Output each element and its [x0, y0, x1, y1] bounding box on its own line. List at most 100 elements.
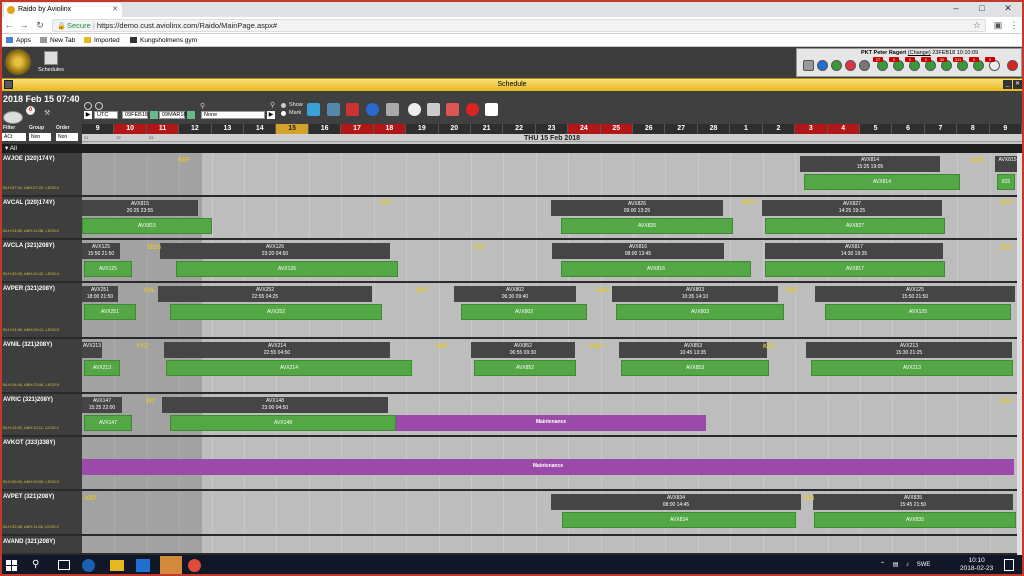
flight-bar[interactable]: AVX125 15:50 21:50 [815, 286, 1015, 302]
flight-number: AVX126 [266, 244, 284, 250]
flight-bar[interactable]: AVX827 14:25 19:25 [762, 200, 942, 216]
duty-bar[interactable]: AVX817 [765, 261, 945, 277]
aircraft-label[interactable]: AVPET (321)208Y) [3, 494, 54, 500]
flight-bar[interactable]: AVX816 08:00 13:45 [552, 243, 724, 259]
vertical-scrollbar[interactable] [1017, 153, 1023, 555]
duty-bar[interactable]: AVX252 [170, 304, 382, 320]
flight-bar[interactable]: AVX814 15:25 19:05 [800, 156, 940, 172]
station-label: TFS [803, 496, 815, 502]
flight-times: 15:30 21:25 [895, 350, 923, 356]
duty-bar[interactable]: 815 [997, 174, 1015, 190]
maintenance-bar[interactable]: Maintenance [82, 459, 1014, 475]
flight-bar[interactable]: AVX802 06:30 09:40 [454, 286, 576, 302]
flight-number: AVX125 [92, 244, 110, 250]
duty-bar[interactable]: AVX827 [765, 218, 945, 234]
duty-bar[interactable]: AVX816 [561, 261, 751, 277]
network-icon[interactable]: ▤ [893, 562, 899, 568]
chrome-icon[interactable] [188, 559, 201, 572]
station-label: YUL [143, 288, 155, 294]
duty-bar[interactable]: AVX834 [562, 512, 796, 528]
aircraft-label[interactable]: AVJOE (320)174Y) [3, 156, 55, 162]
station-label: KEF [178, 158, 190, 164]
flight-number: AVX826 [628, 201, 646, 207]
flight-bar[interactable]: AVX214 22:55 04:50 [164, 342, 390, 358]
flight-times: 15:50 21:50 [901, 294, 929, 300]
flight-bar[interactable]: AVX803 10:35 14:10 [612, 286, 778, 302]
flight-number: AVX252 [256, 287, 274, 293]
flight-bar[interactable]: AVX834 08:00 14:45 [551, 494, 801, 510]
raido-app-icon[interactable] [160, 556, 182, 575]
flight-bar[interactable]: AVX252 22:55 04:25 [158, 286, 372, 302]
duty-bar[interactable]: AVX814 [804, 174, 960, 190]
flight-times: 09:00 13:25 [623, 208, 651, 214]
flight-bar[interactable]: AVX251 18:00 21:50 [82, 286, 118, 302]
flight-bar[interactable]: AVX815 20:25 23:55 [82, 200, 198, 216]
duty-bar[interactable]: AVX802 [461, 304, 587, 320]
aircraft-label[interactable]: AVCAL (320)174Y) [3, 200, 55, 206]
maintenance-bar[interactable]: Maintenance [396, 415, 706, 431]
flight-bar[interactable]: AVX126 23:20 04:50 [160, 243, 390, 259]
explorer-icon[interactable] [110, 560, 124, 571]
aircraft-label[interactable]: AVKOT (333)338Y) [3, 440, 55, 446]
windows-start-icon[interactable] [6, 560, 17, 571]
flight-bar[interactable]: AVX826 09:00 13:25 [551, 200, 723, 216]
station-label: BOS [148, 245, 162, 251]
outlook-icon[interactable] [136, 559, 150, 572]
aircraft-stats: BLH:00:00, ABH:00:00, LEG5:0 [3, 479, 60, 484]
system-tray: ⌃ ▤ ♪ SWE [880, 561, 930, 568]
aircraft-label[interactable]: AVRIC (321)208Y) [3, 397, 53, 403]
flight-times: 15:45 21:50 [899, 502, 927, 508]
language-label[interactable]: SWE [917, 562, 931, 568]
station-label: KEF [786, 288, 798, 294]
flight-number: AVX214 [268, 343, 286, 349]
search-taskbar-icon[interactable]: ⚲ [32, 559, 39, 570]
duty-bar[interactable]: AVX214 [166, 360, 412, 376]
notification-icon[interactable] [1004, 559, 1014, 571]
tray-chevron-icon[interactable]: ⌃ [880, 562, 885, 568]
duty-bar[interactable]: AVX126 [176, 261, 398, 277]
duty-bar[interactable]: AVX147 [84, 415, 132, 431]
clock-date: 2018-02-23 [960, 565, 994, 572]
duty-bar[interactable]: AVX835 [814, 512, 1016, 528]
task-view-icon[interactable] [58, 560, 70, 570]
flight-times: 15:25 22:00 [88, 405, 116, 411]
duty-bar[interactable]: AVX213 [811, 360, 1013, 376]
station-label: KEF [380, 200, 392, 206]
flight-number: AVX125 [906, 287, 924, 293]
duty-bar[interactable]: AVX125 [84, 261, 132, 277]
aircraft-label[interactable]: AVCLA (321)208Y) [3, 243, 55, 249]
aircraft-label[interactable]: AVNIL (321)208Y) [3, 342, 52, 348]
flight-bar[interactable]: AVX147 15:25 22:00 [82, 397, 122, 413]
station-label: KEF [1000, 200, 1012, 206]
station-label: BCN [742, 200, 755, 206]
flight-times: 06:30 09:40 [501, 294, 529, 300]
duty-bar[interactable]: AVX852 [474, 360, 576, 376]
flight-times: 18:00 21:50 [86, 294, 114, 300]
aircraft-label[interactable]: AVPER (321)208Y) [3, 286, 55, 292]
flight-bar[interactable]: AVX213 15:30 21:25 [806, 342, 1012, 358]
rows-layer: AVJOE (320)174Y) BLH:87:04, ABH:07:22, LE… [0, 0, 1024, 576]
aircraft-label[interactable]: AVAND (321)208Y) [3, 539, 55, 545]
flight-bar[interactable]: AVX853 10:45 13:35 [619, 342, 767, 358]
flight-bar[interactable]: AVX213 [82, 342, 102, 358]
duty-bar[interactable]: AVX803 [616, 304, 784, 320]
station-label: YYZ [136, 344, 148, 350]
flight-number: AVX213 [83, 343, 101, 349]
duty-bar[interactable]: AVX251 [84, 304, 136, 320]
duty-bar[interactable]: AVX125 [825, 304, 1011, 320]
duty-bar[interactable]: AVX213 [84, 360, 120, 376]
flight-bar[interactable]: AVX125 15:50 21:50 [82, 243, 120, 259]
edge-icon[interactable] [82, 559, 95, 572]
flight-bar[interactable]: AVX148 23:00 04:50 [162, 397, 388, 413]
flight-bar[interactable]: AVX835 15:45 21:50 [813, 494, 1013, 510]
duty-bar[interactable]: AVX815 [82, 218, 212, 234]
volume-icon[interactable]: ♪ [906, 562, 909, 568]
duty-bar[interactable]: AVX853 [621, 360, 769, 376]
duty-bar[interactable]: AVX826 [561, 218, 733, 234]
flight-number: AVX817 [845, 244, 863, 250]
row-separator [0, 534, 1024, 536]
flight-bar[interactable]: AVX852 06:55 09:30 [471, 342, 575, 358]
clock[interactable]: 10:10 2018-02-23 [960, 557, 993, 573]
duty-bar[interactable]: AVX148 [170, 415, 396, 431]
flight-bar[interactable]: AVX817 14:30 19:35 [765, 243, 943, 259]
